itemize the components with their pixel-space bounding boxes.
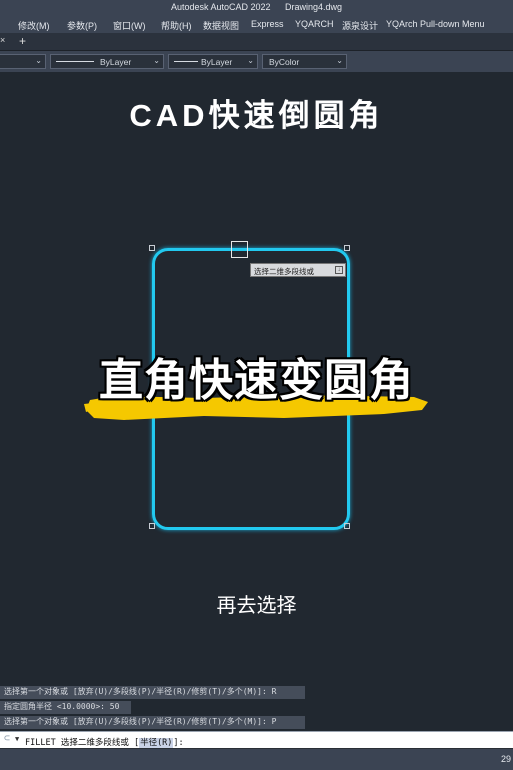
command-icon[interactable]: ⊂ <box>4 733 10 744</box>
menu-yuanquan[interactable]: 源泉设计 <box>342 19 378 32</box>
menu-modify[interactable]: 修改(M) <box>18 19 50 32</box>
tooltip-text: 选择二维多段线或 <box>254 267 314 276</box>
line-sample <box>174 61 198 62</box>
color-label: ByColor <box>269 57 300 67</box>
lineweight-label: ByLayer <box>201 57 233 67</box>
chevron-down-icon[interactable]: ▼ <box>15 735 19 743</box>
arrow-down-icon[interactable]: ↓ <box>335 266 343 274</box>
subtitle-caption: 再去选择 <box>216 595 297 617</box>
menu-data-view[interactable]: 数据视图 <box>203 19 239 32</box>
command-history: 选择第一个对象或 [放弃(U)/多段线(P)/半径(R)/修剪(T)/多个(M)… <box>0 686 513 730</box>
menu-parameter[interactable]: 参数(P) <box>67 19 97 32</box>
lineweight-combo[interactable]: ByLayer ⌄ <box>168 54 258 69</box>
menu-yqarch[interactable]: YQARCH <box>295 19 334 29</box>
radius-option[interactable]: 半径(R) <box>139 738 174 748</box>
file-tab-bar: × + <box>0 33 513 51</box>
command-prompt: FILLET 选择二维多段线或 [半径(R)]: <box>25 736 184 748</box>
command-prompt-text: FILLET 选择二维多段线或 [ <box>25 738 140 748</box>
coordinate-readout: 29 <box>500 754 511 764</box>
pick-box-cursor <box>231 241 248 258</box>
grip-handle[interactable] <box>149 245 155 251</box>
grip-handle[interactable] <box>149 523 155 529</box>
close-icon[interactable]: × <box>0 35 8 49</box>
app-name: Autodesk AutoCAD 2022 <box>170 2 271 12</box>
status-bar: 29 <box>0 748 513 770</box>
history-line: 选择第一个对象或 [放弃(U)/多段线(P)/半径(R)/修剪(T)/多个(M)… <box>0 716 305 729</box>
add-tab-icon[interactable]: + <box>19 34 26 48</box>
file-name: Drawing4.dwg <box>285 2 343 12</box>
dynamic-input-tooltip: 选择二维多段线或 ↓ <box>250 263 346 277</box>
video-title: CAD快速倒圆角 <box>129 98 384 133</box>
command-prompt-suffix: ]: <box>173 738 184 748</box>
title-bar: Autodesk AutoCAD 2022 Drawing4.dwg <box>0 0 513 15</box>
grip-handle[interactable] <box>344 523 350 529</box>
line-sample <box>56 61 94 62</box>
history-line: 指定圆角半径 <10.0000>: 50 <box>0 701 131 714</box>
command-line-input[interactable]: ⊂ ▼ FILLET 选择二维多段线或 [半径(R)]: <box>0 731 513 748</box>
chevron-down-icon: ⌄ <box>247 56 254 65</box>
chevron-down-icon: ⌄ <box>35 56 42 65</box>
linetype-combo[interactable]: ByLayer ⌄ <box>50 54 164 69</box>
history-line: 选择第一个对象或 [放弃(U)/多段线(P)/半径(R)/修剪(T)/多个(M)… <box>0 686 305 699</box>
chevron-down-icon: ⌄ <box>153 56 160 65</box>
menu-help[interactable]: 帮助(H) <box>161 19 192 32</box>
window-title: Autodesk AutoCAD 2022 Drawing4.dwg <box>0 2 513 12</box>
layer-combo[interactable]: ⌄ <box>0 54 46 69</box>
overlay-caption: 直角快速变圆角 <box>99 356 414 405</box>
menu-bar: 修改(M) 参数(P) 窗口(W) 帮助(H) 数据视图 Express YQA… <box>0 15 513 33</box>
menu-window[interactable]: 窗口(W) <box>113 19 146 32</box>
menu-express[interactable]: Express <box>251 19 284 29</box>
menu-yqarch-pulldown[interactable]: YQArch Pull-down Menu <box>386 19 485 29</box>
linetype-label: ByLayer <box>100 57 132 67</box>
color-combo[interactable]: ByColor ⌄ <box>262 54 347 69</box>
properties-toolbar: ⌄ ByLayer ⌄ ByLayer ⌄ ByColor ⌄ <box>0 51 513 72</box>
grip-handle[interactable] <box>344 245 350 251</box>
chevron-down-icon: ⌄ <box>336 56 343 65</box>
